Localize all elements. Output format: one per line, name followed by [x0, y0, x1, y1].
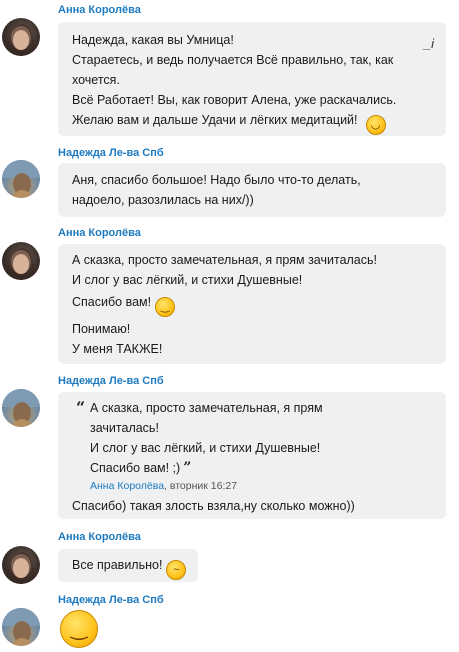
sender-name[interactable]: Анна Королёва	[58, 4, 141, 16]
message-text: А сказка, просто замечательная, я прям з…	[72, 253, 377, 267]
avatar[interactable]	[2, 546, 40, 584]
quote-author[interactable]: Анна Королёва	[90, 480, 164, 492]
sender-name[interactable]: Надежда Ле-ва Спб	[58, 375, 164, 387]
close-quote-icon: ”	[183, 460, 192, 476]
sender-name[interactable]: Анна Королёва	[58, 227, 141, 239]
edited-icon[interactable]: _i	[424, 34, 434, 54]
sender-name[interactable]: Надежда Ле-ва Спб	[58, 147, 164, 159]
message-bubble: “ А сказка, просто замечательная, я прям…	[58, 392, 446, 519]
avatar[interactable]	[2, 160, 40, 198]
winking-face-icon: ‿	[60, 610, 98, 648]
chat-message: Анна Королёва Надежда, какая вы Умница! …	[0, 0, 459, 140]
grinning-face-icon: ◡	[365, 115, 386, 135]
avatar-photo	[8, 552, 35, 584]
avatar[interactable]	[2, 18, 40, 56]
message-text: надоело, разозлилась на них/))	[72, 193, 254, 207]
avatar-photo	[8, 24, 35, 56]
open-quote-icon: “	[76, 398, 86, 417]
quote-date: , вторник 16:27	[164, 480, 238, 492]
avatar-photo	[2, 389, 40, 427]
quote-text: зачиталась!	[90, 421, 159, 435]
message-text: Все правильно!	[72, 558, 163, 572]
quoted-message[interactable]: “ А сказка, просто замечательная, я прям…	[76, 398, 432, 494]
message-bubble: А сказка, просто замечательная, я прям з…	[58, 244, 446, 364]
avatar-photo	[2, 160, 40, 198]
avatar-photo	[8, 248, 35, 280]
thinking-face-icon: ~	[166, 560, 187, 580]
quote-attribution: Анна Королёва, вторник 16:27	[90, 478, 432, 494]
message-text: Желаю вам и дальше Удачи и лёгких медита…	[72, 113, 358, 127]
message-text: У меня ТАКЖЕ!	[72, 342, 163, 356]
chat-message: Надежда Ле-ва Спб “ А сказка, просто зам…	[0, 369, 459, 524]
message-text: Стараетесь, и ведь получается Всё правил…	[72, 53, 394, 67]
avatar[interactable]	[2, 242, 40, 280]
avatar[interactable]	[2, 608, 40, 646]
quote-text: Спасибо вам! ;)	[90, 461, 181, 475]
message-bubble: Аня, спасибо большое! Надо было что-то д…	[58, 163, 446, 217]
quote-text: А сказка, просто замечательная, я прям	[90, 401, 323, 415]
message-text: Всё Работает! Вы, как говорит Алена, уже…	[72, 93, 397, 107]
chat-message: Надежда Ле-ва Спб ‿	[0, 590, 459, 652]
message-text: Понимаю!	[72, 322, 131, 336]
chat-message: Анна Королёва Все правильно! ~	[0, 525, 459, 590]
avatar[interactable]	[2, 389, 40, 427]
chat-message: Надежда Ле-ва Спб Аня, спасибо большое! …	[0, 140, 459, 220]
message-text: Надежда, какая вы Умница!	[72, 33, 234, 47]
message-text: хочется.	[72, 73, 120, 87]
avatar-photo	[2, 608, 40, 646]
chat-message: Анна Королёва А сказка, просто замечател…	[0, 222, 459, 367]
message-text: И слог у вас лёгкий, и стихи Душевные!	[72, 273, 303, 287]
message-text: Аня, спасибо большое! Надо было что-то д…	[72, 173, 361, 187]
sender-name[interactable]: Анна Королёва	[58, 531, 141, 543]
sender-name[interactable]: Надежда Ле-ва Спб	[58, 594, 164, 606]
message-text: Спасибо вам!	[72, 295, 152, 309]
winking-face-icon: ‿	[155, 297, 176, 317]
message-text: Спасибо) такая злость взяла,ну сколько м…	[72, 499, 355, 513]
message-bubble: Все правильно! ~	[58, 549, 198, 582]
quote-text: И слог у вас лёгкий, и стихи Душевные!	[90, 441, 321, 455]
message-bubble: Надежда, какая вы Умница! Стараетесь, и …	[58, 22, 446, 136]
